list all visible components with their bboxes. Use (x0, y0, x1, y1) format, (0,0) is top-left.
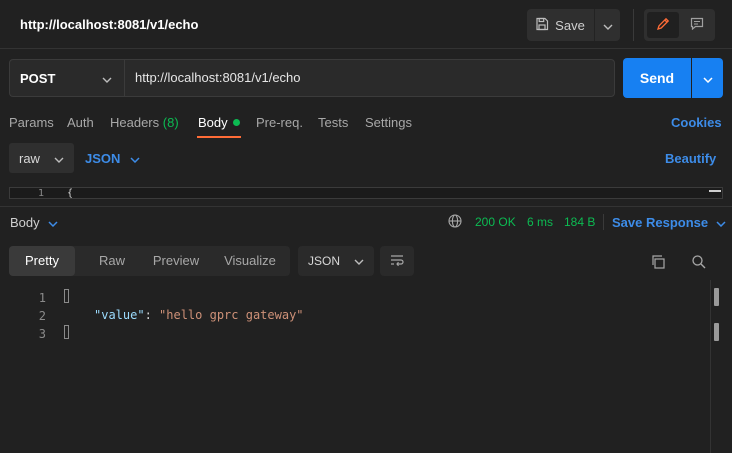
chevron-down-icon (702, 71, 713, 86)
scrollbar-track (710, 280, 711, 453)
chevron-down-icon (102, 71, 112, 86)
wrap-lines-icon (389, 253, 405, 270)
request-body-editor[interactable]: 1 { (9, 187, 723, 199)
save-button[interactable]: Save (527, 9, 593, 41)
beautify-button[interactable]: Beautify (665, 151, 716, 166)
chevron-down-icon (130, 151, 140, 166)
tab-pretty[interactable]: Pretty (9, 246, 75, 276)
tab-preview[interactable]: Preview (142, 246, 210, 276)
globe-icon[interactable] (448, 214, 462, 231)
save-icon (535, 17, 549, 34)
response-format-select[interactable]: JSON (298, 246, 374, 276)
json-line: "value": "hello gprc gateway" (94, 308, 304, 322)
scrollbar-thumb[interactable] (714, 323, 719, 341)
headers-count: (8) (162, 115, 179, 130)
tab-prereq[interactable]: Pre-req. (256, 115, 303, 130)
request-editor-line-number: 1 (38, 188, 45, 199)
send-dropdown-button[interactable] (692, 58, 723, 98)
tab-body[interactable]: Body (198, 115, 240, 130)
chevron-down-icon (354, 254, 364, 268)
tab-visualize[interactable]: Visualize (215, 246, 285, 276)
chevron-down-icon (603, 18, 613, 33)
close-brace (64, 325, 69, 342)
url-input[interactable]: http://localhost:8081/v1/echo (124, 59, 615, 97)
cookies-link[interactable]: Cookies (671, 115, 722, 130)
body-mode-label: raw (19, 150, 40, 166)
response-format-label: JSON (308, 254, 341, 268)
tab-body-label: Body (198, 115, 228, 130)
scrollbar-thumb[interactable] (714, 288, 719, 306)
status-divider (603, 214, 604, 230)
body-mode-select[interactable]: raw (9, 143, 74, 173)
comment-icon (690, 17, 704, 33)
request-title: http://localhost:8081/v1/echo (20, 17, 199, 32)
editor-collapse-handle[interactable] (709, 190, 721, 192)
method-label: POST (20, 70, 56, 86)
response-time[interactable]: 6 ms (527, 215, 553, 229)
save-dropdown-button[interactable] (594, 9, 621, 41)
save-response-label: Save Response (612, 215, 709, 230)
save-response-button[interactable]: Save Response (612, 215, 726, 230)
view-toggle-group (644, 9, 715, 41)
tab-raw[interactable]: Raw (79, 246, 145, 276)
body-indicator-dot (232, 119, 240, 126)
tab-headers-label: Headers (110, 115, 160, 130)
request-editor-content: { (67, 188, 74, 199)
chevron-down-icon (54, 151, 64, 166)
response-view-tabs: Pretty Raw Preview Visualize (9, 246, 290, 276)
chevron-down-icon (48, 215, 58, 230)
body-language-select[interactable]: JSON (85, 151, 140, 166)
copy-icon[interactable] (650, 254, 666, 273)
search-icon[interactable] (691, 254, 707, 273)
line-number: 2 (38, 309, 46, 323)
tab-params[interactable]: Params (9, 115, 54, 130)
status-code[interactable]: 200 OK (475, 215, 516, 229)
tab-headers[interactable]: Headers (8) (110, 115, 179, 130)
comments-button[interactable] (681, 12, 713, 38)
line-number: 3 (38, 327, 46, 341)
save-button-group: Save (527, 9, 620, 41)
response-body-select[interactable]: Body (10, 215, 58, 230)
response-separator (0, 206, 732, 207)
tab-auth[interactable]: Auth (67, 115, 94, 130)
body-language-label: JSON (85, 151, 121, 166)
wrap-lines-button[interactable] (380, 246, 414, 276)
pencil-icon (656, 17, 670, 34)
method-select[interactable]: POST (9, 59, 124, 97)
header-divider (633, 9, 634, 41)
edit-mode-button[interactable] (647, 12, 679, 38)
active-tab-underline (197, 136, 241, 138)
tab-tests[interactable]: Tests (318, 115, 348, 130)
send-button[interactable]: Send (623, 58, 691, 98)
tab-settings[interactable]: Settings (365, 115, 412, 130)
response-body-label: Body (10, 215, 40, 230)
chevron-down-icon (716, 215, 726, 230)
save-label: Save (555, 17, 585, 33)
header-separator (0, 48, 732, 49)
open-brace (64, 289, 69, 306)
line-number: 1 (38, 291, 46, 305)
json-key: "value" (94, 308, 145, 322)
response-size[interactable]: 184 B (564, 215, 595, 229)
json-value: "hello gprc gateway" (159, 308, 304, 322)
